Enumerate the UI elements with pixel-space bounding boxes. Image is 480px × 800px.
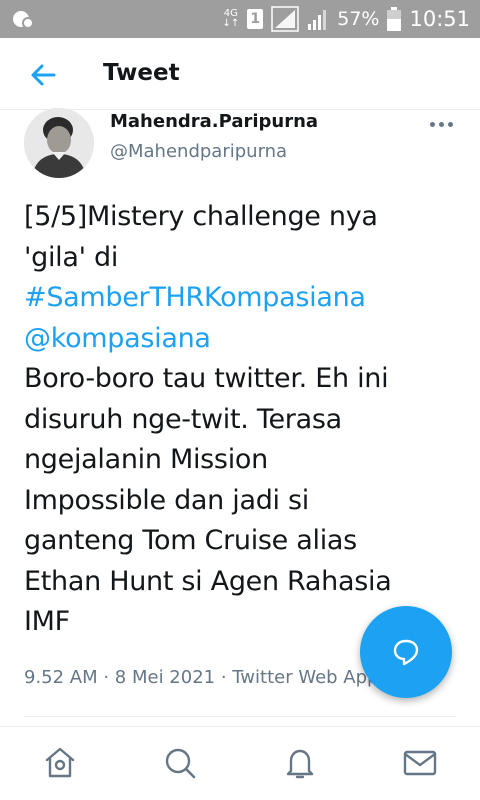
more-dot-icon [439,121,444,127]
battery-icon [387,7,402,31]
sim-slot-icon: 1 [247,9,264,29]
arrow-left-icon [31,64,56,86]
more-dot-icon [448,121,453,127]
author-name[interactable]: Mahendra.Paripurna [110,111,318,132]
more-options-button[interactable] [430,118,456,130]
signal-sim1-icon [271,6,299,32]
nav-search[interactable] [162,745,198,781]
data-activity-label: ↓↑ [222,18,240,29]
top-app-bar: Tweet [0,38,480,110]
tweet-line: Ethan Hunt si Agen Rahasia [24,565,392,597]
signal-sim2-icon [308,10,327,30]
tweet-line: [5/5]Mistery challenge nya [24,201,378,232]
network-type-indicator: 4G ↓↑ [222,9,239,29]
tweet-text: [5/5]Mistery challenge nya 'gila' di #Sa… [24,197,444,643]
tweet-line: ngejalanin Mission [24,444,268,475]
mail-icon [403,750,437,776]
back-button[interactable] [28,60,58,90]
nav-notifications[interactable] [282,745,318,781]
tweet-line: ganteng Tom Cruise alias [24,525,357,556]
avatar[interactable] [24,108,94,178]
tweet-line: disuruh nge-twit. Terasa [24,403,342,435]
tweet-line: Boro-boro tau twitter. Eh ini [24,363,389,394]
battery-percent: 57% [337,8,380,30]
author-handle[interactable]: @Mahendparipurna [110,141,287,162]
bottom-navigation [0,726,480,800]
compose-reply-button[interactable] [360,606,452,698]
tweet-line: Impossible dan jadi si [24,484,310,516]
reply-bubble-icon [393,639,419,666]
divider [24,716,456,717]
notification-icon [12,8,34,34]
clock: 10:51 [409,7,470,31]
bell-icon [286,749,314,779]
page-title: Tweet [103,60,180,86]
search-icon [165,748,196,779]
more-dot-icon [430,121,435,127]
hashtag-link[interactable]: #SamberTHRKompasiana [24,278,444,319]
mention-link[interactable]: @kompasiana [24,319,444,360]
nav-messages[interactable] [402,745,438,781]
status-bar: 4G ↓↑ 1 57% 10:51 [0,0,480,38]
tweet-line: 'gila' di [24,241,119,273]
tweet-timestamp: 9.52 AM · 8 Mei 2021 · Twitter Web App [24,667,379,688]
nav-home[interactable] [42,745,78,781]
home-icon [45,747,75,778]
